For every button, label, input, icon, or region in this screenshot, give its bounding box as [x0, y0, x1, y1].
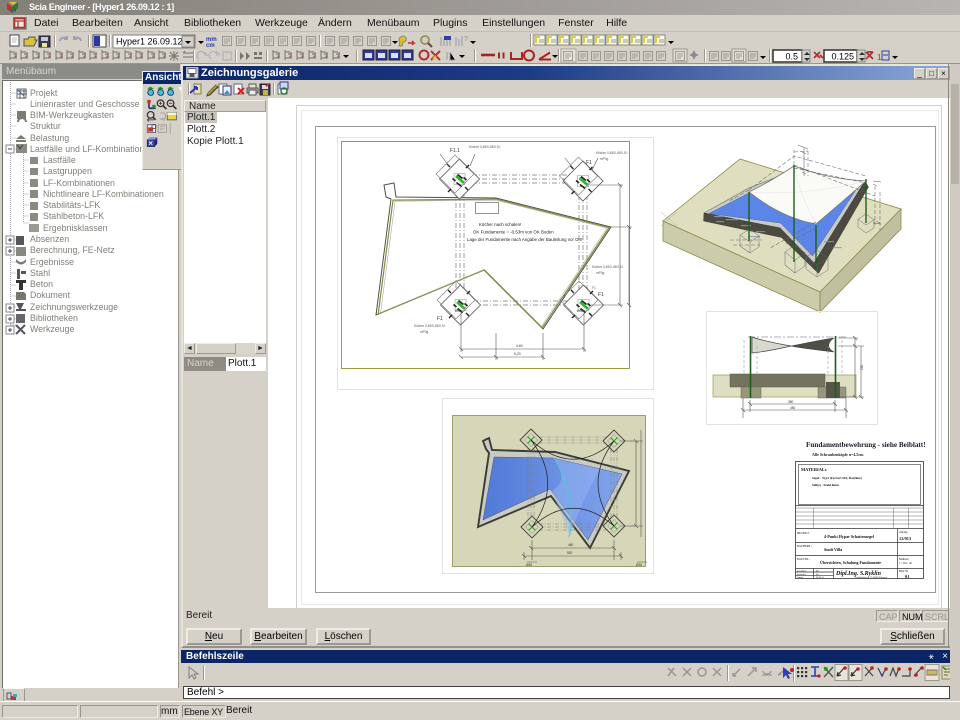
svg-text:F1: F1 [586, 160, 592, 166]
svg-text:F1: F1 [592, 286, 596, 290]
svg-text:Landschaftsweg 17, 40882 Ratin: Landschaftsweg 17, 40882 Ratingen [855, 576, 888, 579]
svg-text:Hyper1 26.09.12: Hyper1 26.09.12 [116, 37, 183, 47]
svg-text:250: 250 [860, 364, 864, 370]
svg-text:Maßstab: Maßstab [899, 558, 909, 561]
svg-text:01: 01 [905, 574, 909, 579]
svg-text:26.09.12: 26.09.12 [816, 577, 824, 579]
svg-text:mP0g: mP0g [600, 157, 609, 161]
svg-text:1 : 50,1: 40: 1 : 50,1: 40 [899, 562, 912, 565]
svg-text:Köcher 0,45/0,45/0,5 t: Köcher 0,45/0,45/0,5 t [414, 324, 445, 328]
svg-text:1: 1 [877, 53, 882, 62]
svg-text:0.125: 0.125 [831, 52, 854, 62]
svg-text:5,20: 5,20 [514, 352, 521, 356]
svg-text:4-Punkt Hypar Schattensegel: 4-Punkt Hypar Schattensegel [824, 534, 875, 539]
svg-text:F1: F1 [437, 316, 443, 322]
svg-text:Stadt Villa: Stadt Villa [824, 547, 842, 552]
svg-text:F1.1: F1.1 [450, 148, 460, 154]
svg-text:Anfang: Anfang [899, 531, 908, 534]
svg-text:Köcher 0,45/0,45/0,5 t: Köcher 0,45/0,45/0,5 t [469, 145, 500, 149]
svg-text:4,60: 4,60 [516, 344, 523, 348]
svg-text:Ø35: Ø35 [526, 563, 532, 567]
svg-text:450: 450 [790, 406, 796, 410]
svg-text:?: ? [464, 36, 468, 43]
svg-text:PROJEKT :: PROJEKT : [797, 532, 811, 535]
svg-text:460: 460 [568, 543, 574, 547]
svg-text:Ø35: Ø35 [577, 309, 584, 313]
svg-text:BAUHERR :: BAUHERR : [797, 545, 812, 548]
svg-text:cm: cm [206, 43, 215, 49]
svg-text:Übersichten, Schalung Fundamen: Übersichten, Schalung Fundamente [820, 560, 881, 565]
svg-text:Ø35: Ø35 [636, 563, 642, 567]
svg-text:Blatt Nr: Blatt Nr [899, 570, 908, 573]
svg-text:Segel - Typ1 (Ferrari 502,: Segel - Typ1 (Ferrari 502, Batyline) [812, 476, 862, 480]
svg-text:Fundamentbewehrung - siehe Bei: Fundamentbewehrung - siehe Beiblatt! [806, 441, 926, 449]
svg-text:380: 380 [788, 400, 794, 404]
svg-text:F1: F1 [598, 292, 604, 298]
svg-text:Köcher nach schalen!: Köcher nach schalen! [479, 222, 521, 227]
svg-text:mP0g: mP0g [596, 271, 605, 275]
svg-text:OK Fundamente ~ -0.53m von OK: OK Fundamente ~ -0.53m von OK Boden [473, 230, 554, 235]
svg-text:MATERIALs: MATERIALs [801, 467, 827, 472]
svg-text:Datum: Datum [797, 577, 803, 579]
svg-text:BAUTEIL :: BAUTEIL : [797, 558, 811, 561]
svg-text:Alle Schraubenköpfe u=4.5cm: Alle Schraubenköpfe u=4.5cm [812, 452, 864, 457]
svg-text:12/013: 12/013 [899, 536, 912, 541]
svg-text:gezeichnet: gezeichnet [797, 570, 807, 573]
svg-text:Köcher 0,45/0,45/0,5 t: Köcher 0,45/0,45/0,5 t [592, 265, 623, 269]
svg-text:Seil(e) - Stahl 6mm: Seil(e) - Stahl 6mm [812, 483, 839, 487]
svg-text:0.5: 0.5 [785, 52, 798, 62]
svg-text:bearbeitet: bearbeitet [797, 574, 806, 576]
svg-text:520: 520 [567, 551, 573, 555]
svg-text:mP0g: mP0g [420, 330, 429, 334]
svg-text:Köcher 0,45/0,45/0,5 t: Köcher 0,45/0,45/0,5 t [596, 151, 627, 155]
svg-text:Ø35: Ø35 [455, 309, 462, 313]
svg-text:Lage der Fundamente nach Angab: Lage der Fundamente nach Angabe der Baul… [467, 237, 582, 242]
